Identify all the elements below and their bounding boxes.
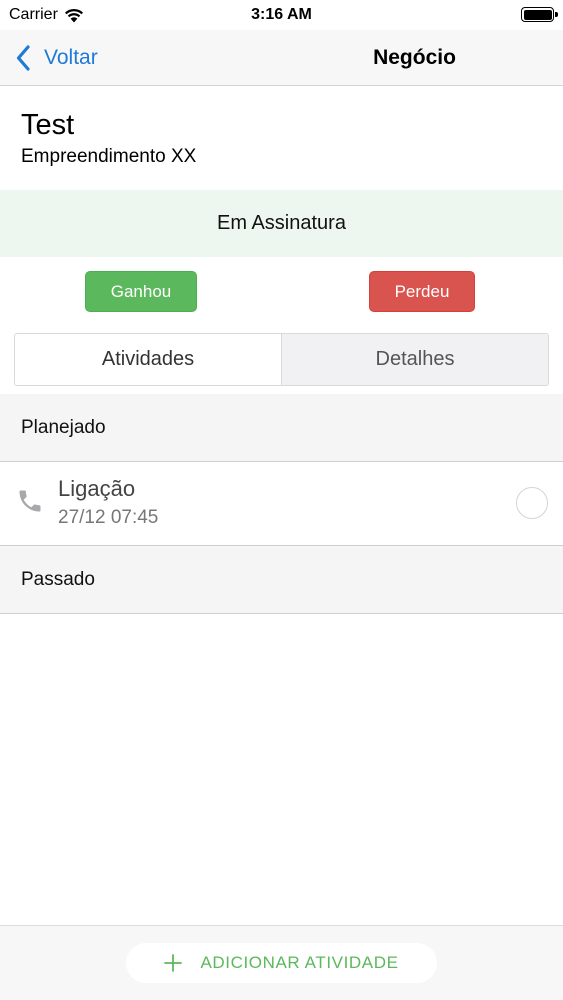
tab-activities[interactable]: Atividades bbox=[15, 334, 282, 385]
section-header-past: Passado bbox=[0, 546, 563, 614]
section-title-planned: Planejado bbox=[21, 416, 106, 438]
lost-button[interactable]: Perdeu bbox=[369, 271, 475, 312]
deal-title: Test bbox=[21, 109, 75, 141]
activity-row[interactable] bbox=[0, 462, 563, 546]
add-activity-label: ADICIONAR ATIVIDADE bbox=[200, 953, 399, 972]
activity-name: Ligação bbox=[58, 476, 136, 501]
won-button[interactable]: Ganhou bbox=[85, 271, 197, 312]
segmented-tabs: Atividades Detalhes bbox=[14, 333, 549, 386]
page-title: Negócio bbox=[373, 46, 456, 69]
battery-icon bbox=[521, 7, 558, 22]
back-label: Voltar bbox=[44, 46, 98, 69]
phone-icon bbox=[19, 490, 41, 512]
section-title-past: Passado bbox=[21, 568, 95, 590]
tab-details[interactable]: Detalhes bbox=[282, 334, 548, 385]
deal-subtitle: Empreendimento XX bbox=[21, 146, 197, 167]
add-activity-button[interactable]: ADICIONAR ATIVIDADE bbox=[126, 943, 437, 983]
section-header-planned: Planejado bbox=[0, 394, 563, 462]
navigation-bar: Voltar Negócio bbox=[0, 30, 563, 86]
activity-datetime: 27/12 07:45 bbox=[58, 507, 159, 528]
deal-header: Test Empreendimento XX bbox=[0, 87, 563, 190]
back-button[interactable]: Voltar bbox=[16, 30, 98, 86]
stage-banner[interactable]: Em Assinatura bbox=[0, 190, 563, 257]
activity-complete-checkbox[interactable] bbox=[516, 487, 548, 519]
status-time: 3:16 AM bbox=[251, 6, 312, 23]
chevron-left-icon bbox=[16, 45, 30, 71]
plus-icon bbox=[164, 954, 183, 972]
status-bar: Carrier 3:16 AM bbox=[0, 0, 563, 30]
